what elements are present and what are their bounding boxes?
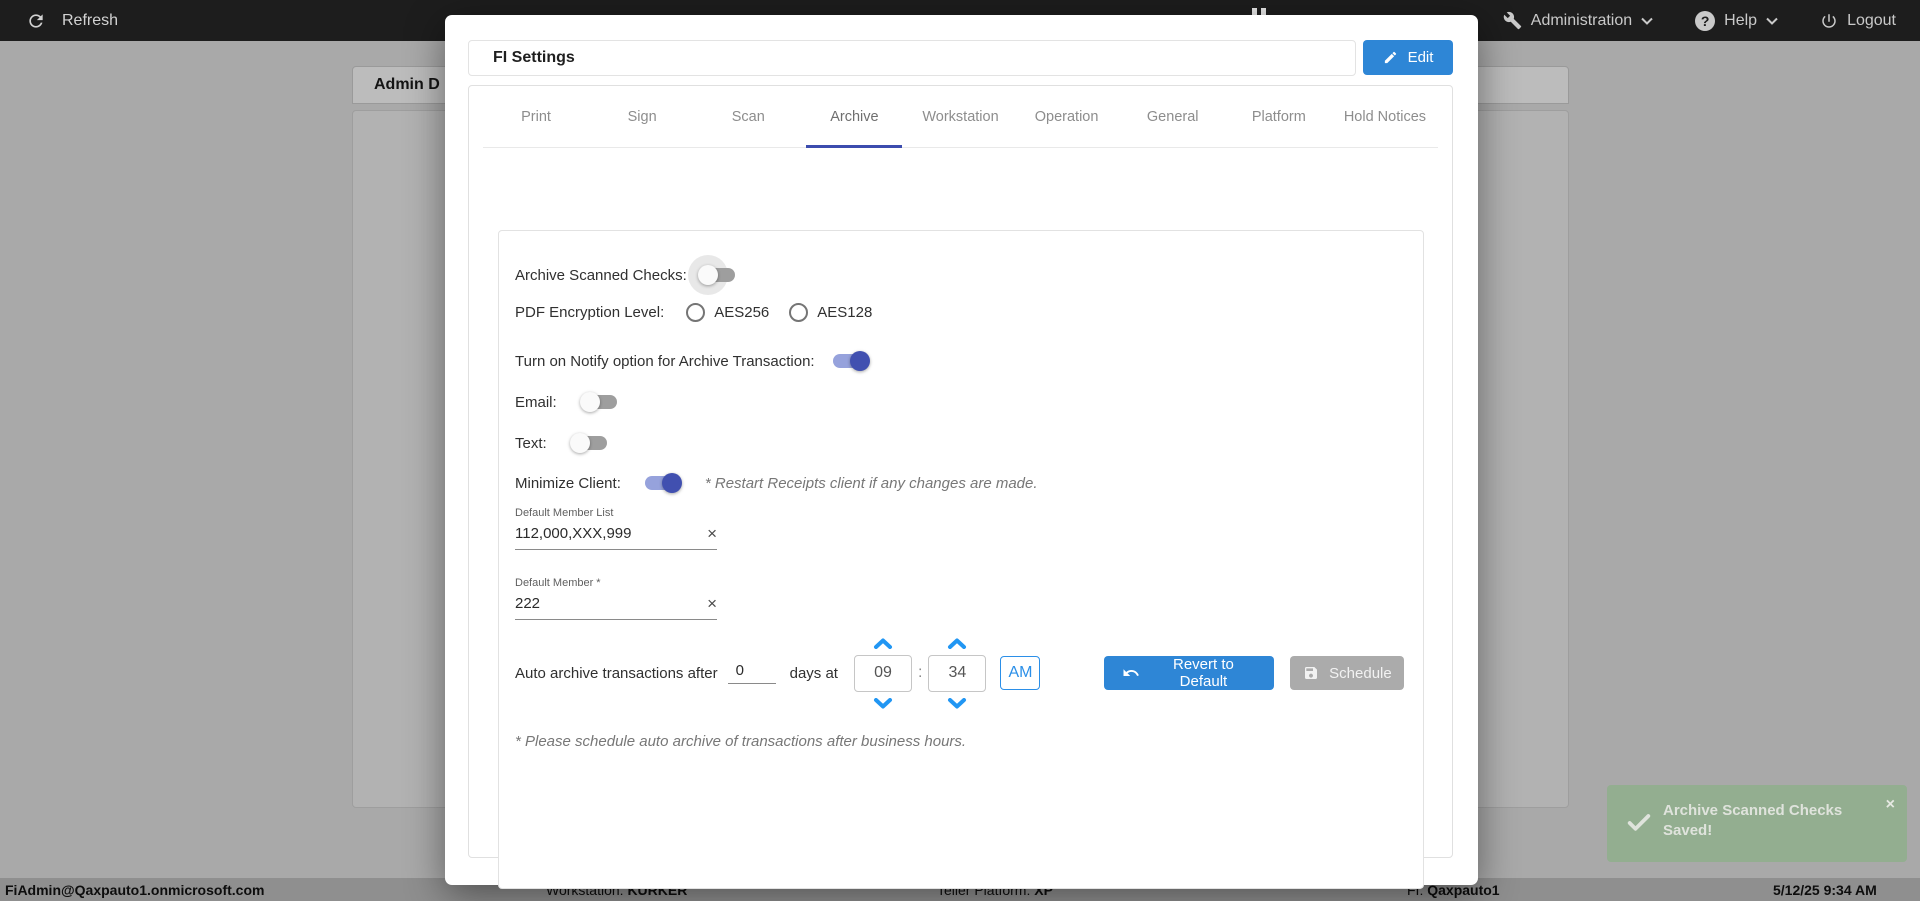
tab-print[interactable]: Print	[483, 86, 589, 147]
default-member-list-field: Default Member List 112,000,XXX,999 ×	[515, 507, 717, 550]
hour-down-icon[interactable]	[873, 697, 893, 709]
default-member-field: Default Member * 222 ×	[515, 577, 717, 620]
radio-aes128[interactable]	[789, 302, 809, 322]
chevron-down-icon	[1766, 17, 1778, 25]
help-icon: ?	[1695, 10, 1716, 31]
refresh-button[interactable]: Refresh	[26, 0, 118, 41]
close-icon[interactable]: ×	[1886, 797, 1895, 813]
status-datetime: 5/12/25 9:34 AM	[1773, 882, 1877, 898]
archive-scanned-checks-label: Archive Scanned Checks:	[515, 266, 687, 284]
tab-bar: Print Sign Scan Archive Workstation Oper…	[483, 86, 1438, 148]
minute-input[interactable]: 34	[928, 654, 987, 692]
time-separator: :	[917, 664, 923, 681]
logout-button[interactable]: Logout	[1820, 12, 1896, 30]
refresh-label: Refresh	[62, 11, 119, 29]
status-user: FiAdmin@Qaxpauto1.onmicrosoft.com	[5, 882, 265, 898]
logout-label: Logout	[1847, 11, 1896, 29]
minimize-client-note: * Restart Receipts client if any changes…	[704, 474, 1038, 492]
radio-aes128-label: AES128	[817, 303, 873, 321]
refresh-icon	[26, 11, 46, 31]
tab-general[interactable]: General	[1120, 86, 1226, 147]
meridiem-toggle-button[interactable]: AM	[1000, 656, 1041, 690]
minute-up-icon[interactable]	[947, 638, 967, 649]
administration-label: Administration	[1530, 11, 1633, 29]
days-at-label: days at	[789, 664, 838, 682]
notify-label: Turn on Notify option for Archive Transa…	[515, 352, 815, 370]
default-member-input[interactable]: 222	[515, 595, 540, 612]
default-member-label: Default Member *	[515, 577, 601, 589]
text-toggle[interactable]	[569, 433, 607, 453]
text-label: Text:	[515, 434, 547, 452]
undo-icon	[1122, 664, 1140, 682]
help-label: Help	[1724, 11, 1758, 29]
minute-down-icon[interactable]	[947, 697, 967, 709]
help-menu[interactable]: ? Help	[1695, 10, 1778, 31]
edit-button[interactable]: Edit	[1363, 40, 1453, 75]
settings-panel: Print Sign Scan Archive Workstation Oper…	[468, 85, 1453, 889]
clear-icon[interactable]: ×	[707, 525, 717, 542]
fi-settings-dialog: FI Settings Edit Print Sign Scan Archive…	[445, 15, 1478, 889]
auto-archive-prefix-label: Auto archive transactions after	[515, 664, 718, 682]
email-toggle[interactable]	[579, 392, 617, 412]
tab-hold-notices[interactable]: Hold Notices	[1332, 86, 1438, 147]
toast-message: Archive Scanned Checks Saved!	[1663, 802, 1843, 839]
archive-tab-content: Archive Scanned Checks: PDF Encryption L…	[498, 230, 1424, 889]
app-page: Refresh Administration ? Help Logout Adm…	[0, 0, 1920, 901]
notify-toggle[interactable]	[832, 351, 870, 371]
administration-menu[interactable]: Administration	[1503, 11, 1653, 30]
tab-archive[interactable]: Archive	[801, 86, 907, 148]
save-icon	[1303, 665, 1319, 681]
radio-aes256-label: AES256	[714, 303, 770, 321]
minimize-client-label: Minimize Client:	[515, 474, 621, 492]
tab-sign[interactable]: Sign	[589, 86, 695, 147]
tab-scan[interactable]: Scan	[695, 86, 801, 147]
toast-notification: Archive Scanned Checks Saved! ×	[1607, 785, 1907, 862]
check-icon	[1625, 809, 1653, 842]
pencil-icon	[1383, 50, 1398, 65]
default-member-list-input[interactable]: 112,000,XXX,999	[515, 525, 631, 542]
power-icon	[1820, 12, 1838, 30]
minimize-client-toggle[interactable]	[644, 473, 682, 493]
revert-to-default-button[interactable]: Revert to Default	[1104, 656, 1275, 690]
tab-operation[interactable]: Operation	[1014, 86, 1120, 147]
wrench-icon	[1503, 11, 1522, 30]
chevron-down-icon	[1641, 17, 1653, 25]
archive-scanned-checks-toggle[interactable]	[687, 255, 735, 295]
tab-workstation[interactable]: Workstation	[907, 86, 1013, 147]
radio-aes256[interactable]	[686, 302, 706, 322]
auto-archive-row: Auto archive transactions after 0 days a…	[515, 631, 1405, 715]
dialog-title: FI Settings	[468, 40, 1356, 76]
days-input[interactable]: 0	[727, 662, 776, 684]
hour-up-icon[interactable]	[873, 638, 893, 649]
pdf-encryption-label: PDF Encryption Level:	[515, 303, 665, 321]
clear-icon[interactable]: ×	[707, 595, 717, 612]
tab-platform[interactable]: Platform	[1226, 86, 1332, 147]
default-member-list-label: Default Member List	[515, 507, 614, 519]
email-label: Email:	[515, 393, 557, 411]
hour-input[interactable]: 09	[853, 654, 912, 692]
schedule-button[interactable]: Schedule	[1290, 656, 1405, 690]
schedule-note: * Please schedule auto archive of transa…	[515, 733, 967, 750]
